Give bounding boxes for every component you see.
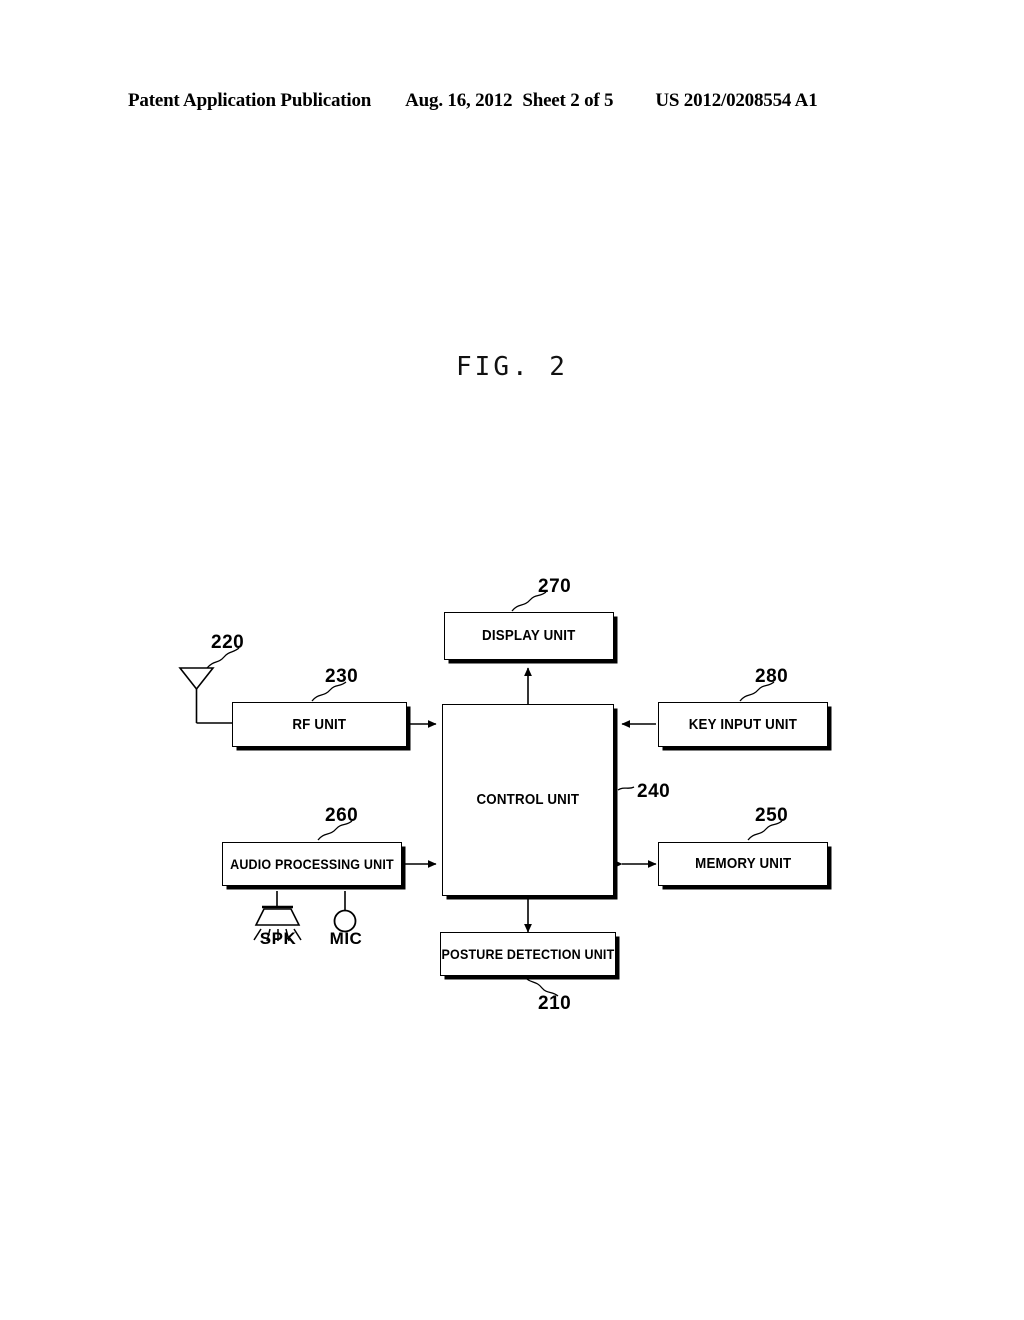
ref-numeral-210: 210 [538, 993, 572, 1014]
ref-numeral-280: 280 [755, 666, 789, 687]
block-posture-detection-unit[interactable]: POSTURE DETECTION UNIT [440, 932, 616, 976]
ref-numeral-240: 240 [637, 781, 671, 802]
block-label-keyinput: KEY INPUT UNIT [688, 716, 798, 733]
block-label-posture: POSTURE DETECTION UNIT [441, 946, 615, 962]
antenna-icon [178, 667, 232, 724]
block-rf-unit[interactable]: RF UNIT [232, 702, 407, 747]
leader-line-240 [617, 786, 635, 791]
microphone-icon [333, 891, 357, 933]
ref-numeral-270: 270 [538, 576, 572, 597]
block-display-unit[interactable]: DISPLAY UNIT [444, 612, 614, 660]
block-label-memory: MEMORY UNIT [694, 856, 792, 872]
diagram-connectors [178, 591, 783, 997]
block-label-audio: AUDIO PROCESSING UNIT [230, 856, 394, 872]
ref-numeral-250: 250 [755, 805, 789, 826]
block-control-unit[interactable]: CONTROL UNIT [442, 704, 614, 896]
block-audio-processing-unit[interactable]: AUDIO PROCESSING UNIT [222, 842, 402, 886]
block-label-display: DISPLAY UNIT [482, 628, 576, 644]
block-key-input-unit[interactable]: KEY INPUT UNIT [658, 702, 828, 747]
block-memory-unit[interactable]: MEMORY UNIT [658, 842, 828, 886]
ref-numeral-260: 260 [325, 805, 359, 826]
speaker-label: SPK [259, 929, 297, 948]
block-label-control: CONTROL UNIT [476, 792, 580, 808]
patent-figure-page: Patent Application Publication Aug. 16, … [0, 0, 1024, 1320]
block-label-rf: RF UNIT [292, 716, 347, 733]
microphone-label: MIC [329, 929, 363, 948]
ref-numeral-220: 220 [211, 632, 245, 653]
ref-numeral-230: 230 [325, 666, 359, 687]
